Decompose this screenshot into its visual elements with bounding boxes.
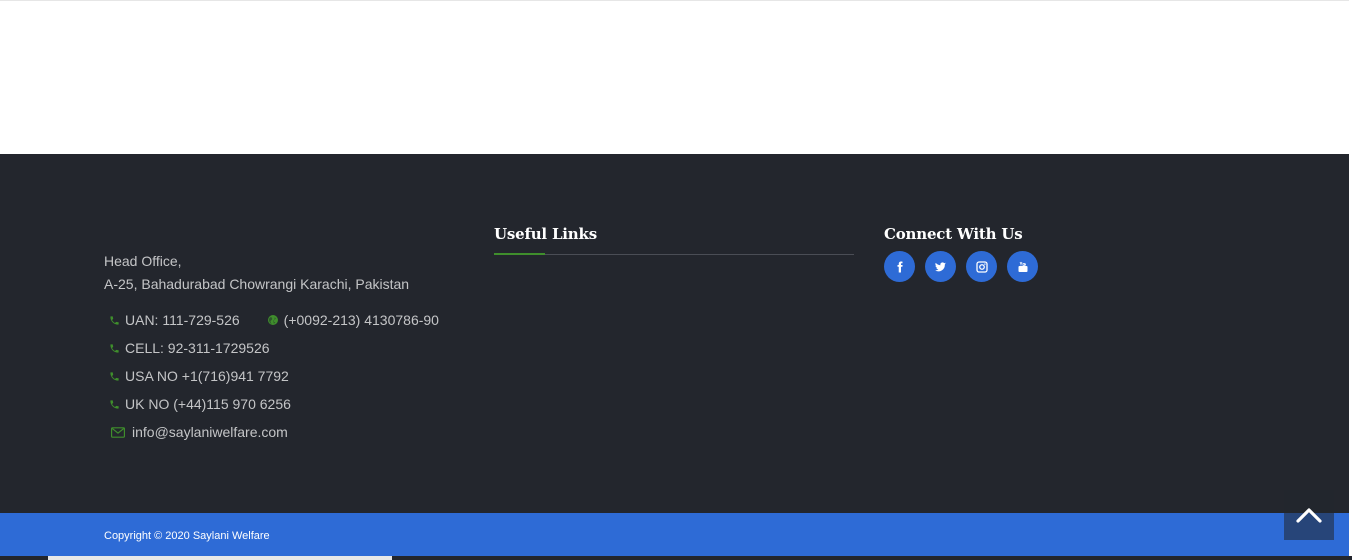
phone-icon bbox=[104, 343, 125, 354]
heading-divider bbox=[494, 253, 854, 255]
back-to-top-button[interactable] bbox=[1284, 490, 1334, 540]
connect-heading: Connect With Us bbox=[884, 225, 1023, 243]
phone-icon bbox=[104, 315, 125, 326]
youtube-icon bbox=[1018, 261, 1027, 272]
email-link[interactable]: info@saylaniwelfare.com bbox=[132, 424, 288, 440]
head-office-label: Head Office, bbox=[104, 253, 182, 269]
twitter-icon bbox=[935, 261, 946, 271]
copyright-text: Copyright © 2020 Saylani Welfare bbox=[104, 530, 270, 542]
chevron-up-icon bbox=[1296, 508, 1322, 523]
youtube-button[interactable] bbox=[1007, 251, 1038, 282]
instagram-button[interactable] bbox=[966, 251, 997, 282]
useful-links-section: Useful Links bbox=[494, 224, 854, 255]
facebook-button[interactable] bbox=[884, 251, 915, 282]
footer-bottom-bar: Copyright © 2020 Saylani Welfare bbox=[0, 513, 1349, 556]
contact-row-uk: UK NO (+44)115 970 6256 bbox=[104, 390, 464, 418]
head-office-address-line: A-25, Bahadurabad Chowrangi Karachi, Pak… bbox=[104, 276, 410, 292]
bottom-edge bbox=[0, 556, 1352, 560]
uan-text: UAN: 111-729-526 bbox=[125, 312, 240, 328]
connect-section: Connect With Us bbox=[884, 224, 1244, 282]
contact-info: Head Office, A-25, Bahadurabad Chowrangi… bbox=[104, 250, 464, 446]
facebook-icon bbox=[897, 261, 903, 272]
globe-icon bbox=[263, 314, 284, 326]
twitter-button[interactable] bbox=[925, 251, 956, 282]
contact-row-cell: CELL: 92-311-1729526 bbox=[104, 334, 464, 362]
contact-list: UAN: 111-729-526 (+0092-213) 4130786-90 … bbox=[104, 306, 464, 446]
contact-row-email: info@saylaniwelfare.com bbox=[104, 418, 464, 446]
social-links bbox=[884, 251, 1244, 282]
contact-row-uan: UAN: 111-729-526 (+0092-213) 4130786-90 bbox=[104, 306, 464, 334]
cell-text: CELL: 92-311-1729526 bbox=[125, 340, 270, 356]
instagram-icon bbox=[975, 260, 988, 273]
page-content-area bbox=[0, 0, 1349, 154]
phone-icon bbox=[104, 371, 125, 382]
envelope-icon bbox=[104, 426, 132, 438]
usa-phone-text: USA NO +1(716)941 7792 bbox=[125, 368, 289, 384]
site-footer: Head Office, A-25, Bahadurabad Chowrangi… bbox=[0, 154, 1349, 513]
useful-links-heading: Useful Links bbox=[494, 225, 597, 243]
uk-phone-text: UK NO (+44)115 970 6256 bbox=[125, 396, 291, 412]
landline-text: (+0092-213) 4130786-90 bbox=[283, 312, 439, 328]
phone-icon bbox=[104, 399, 125, 410]
contact-row-usa: USA NO +1(716)941 7792 bbox=[104, 362, 464, 390]
head-office-address: Head Office, A-25, Bahadurabad Chowrangi… bbox=[104, 250, 464, 296]
